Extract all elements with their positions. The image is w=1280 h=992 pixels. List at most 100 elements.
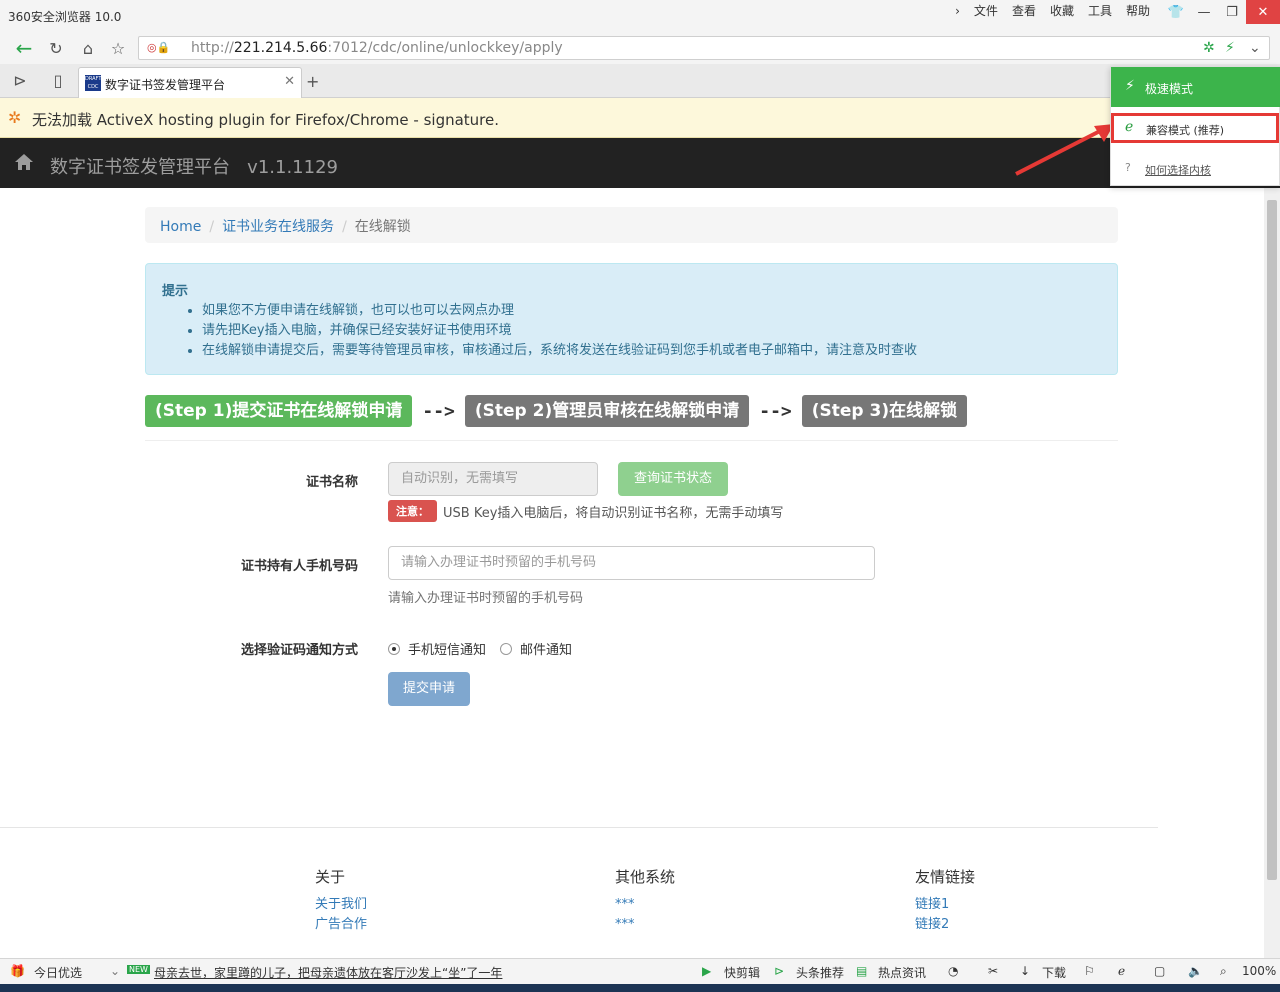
volume-icon[interactable]: 🔈	[1188, 964, 1203, 978]
footer-col-friend-links: 友情链接 链接1 链接2	[915, 866, 975, 935]
email-radio-label[interactable]: 邮件通知	[520, 639, 572, 658]
fast-mode-option[interactable]: ⚡ 极速模式	[1111, 67, 1280, 107]
tab-active[interactable]: DRAFT CDC 数字证书签发管理平台 ✕	[78, 67, 302, 98]
close-icon[interactable]: ✕	[1246, 0, 1280, 24]
usb-key-note: 注意： USB Key插入电脑后，将自动识别证书名称，无需手动填写	[388, 500, 783, 522]
accelerate-icon[interactable]: ◔	[948, 964, 958, 978]
footer-link[interactable]: 关于我们	[315, 895, 367, 915]
url-host: 221.214.5.66	[233, 40, 328, 56]
insecure-lock-icon: ◎🔒	[147, 41, 171, 54]
brand-name: 数字证书签发管理平台	[50, 157, 230, 178]
lightning-icon[interactable]: ⚡	[1225, 40, 1235, 56]
chevron-down-icon[interactable]: ⌄	[110, 964, 120, 978]
menu-chevron-icon[interactable]: ›	[955, 4, 960, 18]
how-to-choose-link[interactable]: ? 如何选择内核	[1111, 157, 1280, 185]
download-icon[interactable]: ↓	[1020, 964, 1030, 978]
compat-engine-icon[interactable]: ✲	[1203, 40, 1215, 56]
url-path: :7012/cdc/online/unlockkey/apply	[327, 40, 563, 56]
footer-link[interactable]: 链接2	[915, 915, 975, 935]
maximize-icon[interactable]: ❐	[1218, 0, 1246, 24]
pin-icon[interactable]: ✂	[988, 964, 998, 978]
ie-icon[interactable]: ℯ	[1118, 964, 1125, 978]
footer-link[interactable]: ***	[615, 915, 675, 935]
brand[interactable]: 数字证书签发管理平台 v1.1.1129	[50, 153, 338, 179]
menu-tools[interactable]: 工具	[1088, 4, 1112, 18]
app-title: 360安全浏览器 10.0	[8, 10, 122, 24]
url-bar[interactable]: ◎🔒 http://221.214.5.66:7012/cdc/online/u…	[138, 36, 1270, 60]
news-headline[interactable]: 母亲去世，家里蹲的儿子，把母亲遗体放在客厅沙发上“坐”了一年	[154, 964, 502, 981]
menu-file[interactable]: 文件	[974, 4, 998, 18]
minimize-icon[interactable]: —	[1190, 0, 1218, 24]
mobile-icon[interactable]: ▯	[46, 69, 70, 91]
compat-mode-label: 兼容模式 (推荐)	[1146, 124, 1225, 137]
window-controls: 👕 — ❐ ✕	[1162, 0, 1280, 24]
download-label[interactable]: 下载	[1042, 964, 1066, 981]
phone-input[interactable]: 请输入办理证书时预留的手机号码	[388, 546, 875, 580]
footer-col-about: 关于 关于我们 广告合作	[315, 866, 367, 935]
breadcrumb-separator: /	[342, 219, 347, 235]
headlines[interactable]: 头条推荐	[796, 964, 844, 981]
refresh-icon[interactable]: ↻	[44, 37, 68, 59]
menu-help[interactable]: 帮助	[1126, 4, 1150, 18]
puzzle-icon: ✲	[8, 108, 22, 127]
warning-text: 无法加载 ActiveX hosting plugin for Firefox/…	[32, 111, 500, 129]
footer-link[interactable]: ***	[615, 895, 675, 915]
footer-heading: 友情链接	[915, 868, 976, 886]
back-icon[interactable]: ←	[12, 36, 36, 60]
browser-menu: › 文件 查看 收藏 工具 帮助	[955, 4, 1150, 18]
notify-method-label: 选择验证码通知方式	[240, 643, 358, 658]
sidebar-toggle-icon[interactable]: ⊳	[8, 69, 32, 91]
vertical-scrollbar[interactable]	[1264, 188, 1280, 958]
url-text[interactable]: http://221.214.5.66:7012/cdc/online/unlo…	[191, 40, 563, 56]
hot-news[interactable]: 热点资讯	[878, 964, 926, 981]
news-icon: ▤	[856, 964, 868, 978]
star-icon[interactable]: ☆	[106, 37, 130, 59]
menu-view[interactable]: 查看	[1012, 4, 1036, 18]
window-icon[interactable]: ▢	[1154, 964, 1165, 978]
alert-list: 如果您不方便申请在线解锁，也可以也可以去网点办理 请先把Key插入电脑，并确保已…	[162, 301, 1101, 361]
breadcrumb-section[interactable]: 证书业务在线服务	[222, 219, 334, 235]
sms-radio[interactable]	[388, 642, 400, 655]
home-icon[interactable]	[14, 152, 34, 172]
breadcrumb-home[interactable]: Home	[160, 219, 201, 235]
today-picks[interactable]: 今日优选	[34, 964, 82, 981]
zoom-level[interactable]: 100%	[1242, 964, 1276, 978]
tab-strip: ⊳ ▯ DRAFT CDC 数字证书签发管理平台 ✕ +	[0, 64, 1280, 98]
skin-icon[interactable]: 👕	[1162, 0, 1190, 24]
phone-help-text: 请输入办理证书时预留的手机号码	[388, 591, 584, 606]
red-arrow-annotation	[1015, 124, 1114, 176]
alert-item: 请先把Key插入电脑，并确保已经安装好证书使用环境	[202, 321, 1101, 341]
cert-name-input: 自动识别，无需填写	[388, 462, 598, 496]
new-badge: NEW	[127, 965, 150, 974]
os-taskbar	[0, 984, 1280, 992]
zoom-icon[interactable]: ⌕	[1220, 964, 1227, 979]
browser-titlebar: 360安全浏览器 10.0 › 文件 查看 收藏 工具 帮助 👕 — ❐ ✕	[0, 0, 1280, 32]
address-row: ← ↻ ⌂ ☆ ◎🔒 http://221.214.5.66:7012/cdc/…	[0, 32, 1280, 64]
browser-statusbar: 🎁 今日优选 ⌄ NEW 母亲去世，家里蹲的儿子，把母亲遗体放在客厅沙发上“坐”…	[0, 958, 1280, 984]
home-icon[interactable]: ⌂	[76, 37, 100, 59]
new-tab-icon[interactable]: +	[306, 72, 319, 91]
footer-heading: 关于	[315, 868, 346, 886]
flag-icon[interactable]: ⚐	[1084, 964, 1095, 978]
breadcrumb: Home / 证书业务在线服务 / 在线解锁	[145, 207, 1118, 243]
footer-link[interactable]: 广告合作	[315, 915, 367, 935]
chevron-down-icon[interactable]: ⌄	[1249, 40, 1261, 56]
email-radio[interactable]	[500, 642, 513, 655]
cert-name-label: 证书名称	[305, 475, 358, 490]
breadcrumb-separator: /	[209, 219, 215, 235]
tab-close-icon[interactable]: ✕	[284, 74, 295, 89]
alert-item: 如果您不方便申请在线解锁，也可以也可以去网点办理	[202, 301, 1101, 321]
footer-col-systems: 其他系统 *** ***	[615, 866, 675, 935]
submit-button[interactable]: 提交申请	[388, 672, 470, 706]
sms-radio-label[interactable]: 手机短信通知	[408, 639, 486, 658]
step-1-label: (Step 1)提交证书在线解锁申请	[145, 395, 413, 427]
breadcrumb-current: 在线解锁	[354, 219, 411, 235]
footer-heading: 其他系统	[615, 868, 676, 886]
footer-link[interactable]: 链接1	[915, 895, 975, 915]
scrollbar-thumb[interactable]	[1267, 200, 1277, 880]
quick-edit[interactable]: 快剪辑	[724, 964, 760, 981]
query-cert-status-button[interactable]: 查询证书状态	[618, 462, 728, 496]
brand-version: v1.1.1129	[247, 157, 338, 178]
compat-mode-option[interactable]: ℯ 兼容模式 (推荐)	[1111, 113, 1279, 143]
menu-favorites[interactable]: 收藏	[1050, 4, 1074, 18]
